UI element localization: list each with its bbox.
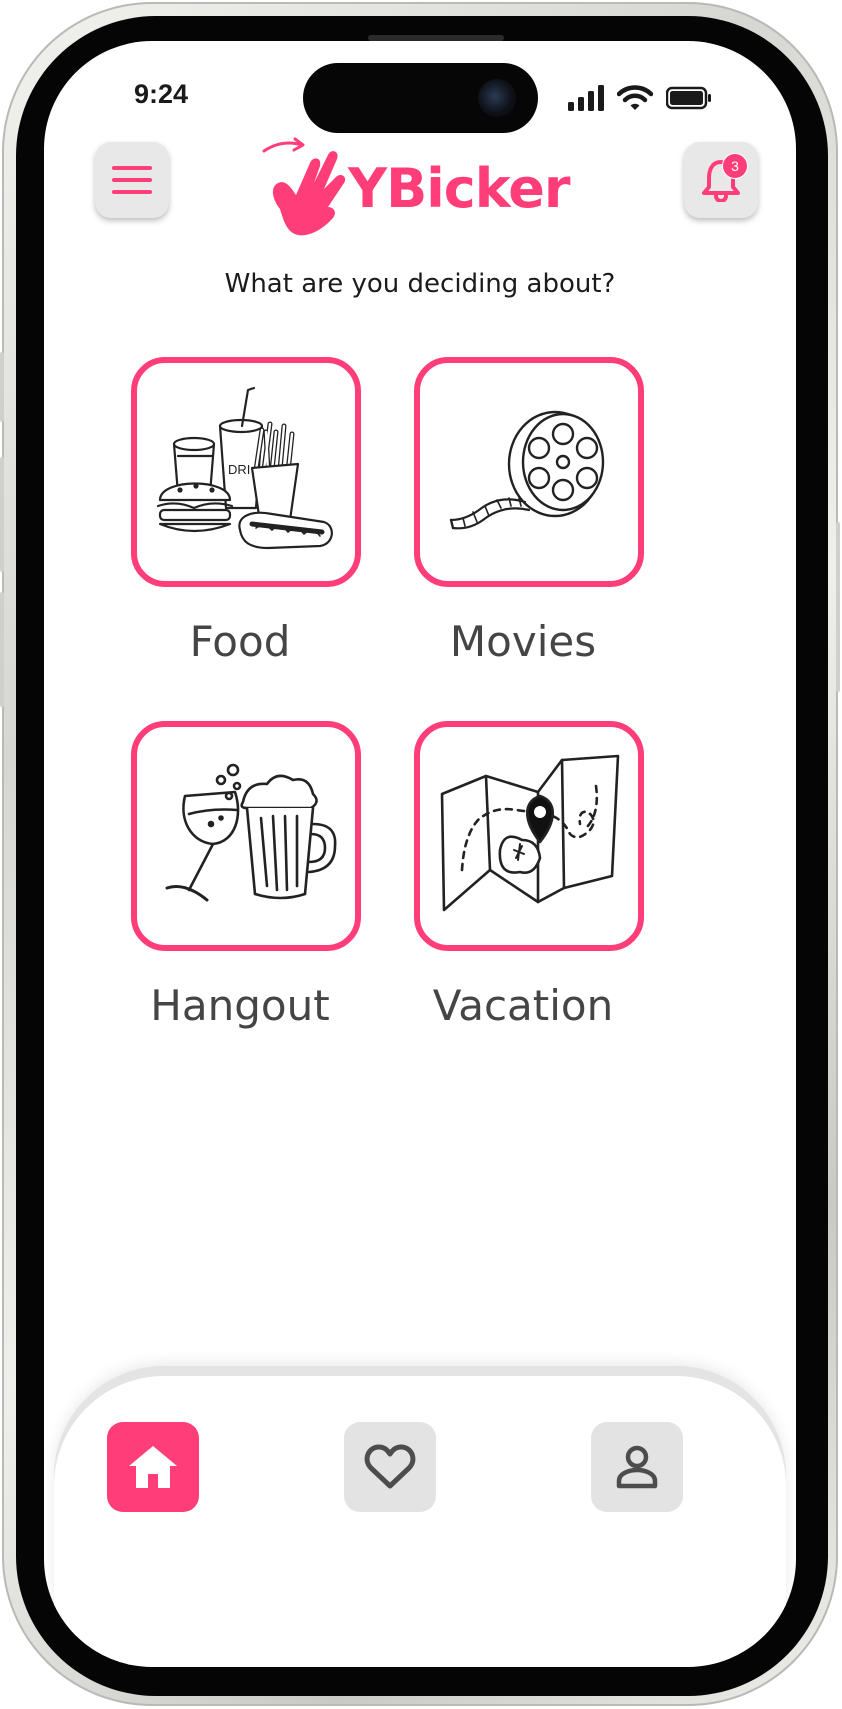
category-movies-tile[interactable] (414, 357, 644, 587)
status-icons (568, 83, 712, 113)
category-hangout-label: Hangout (150, 981, 330, 1030)
menu-button[interactable] (95, 142, 169, 218)
treasure-map-illustration (440, 754, 620, 912)
category-movies-label: Movies (449, 617, 597, 666)
category-food-tile[interactable]: DRI (131, 357, 361, 587)
nav-favorites-button[interactable] (344, 1422, 436, 1512)
phone-side-button (0, 352, 4, 422)
app-name: YBicker (348, 157, 570, 220)
notification-badge: 3 (722, 153, 748, 179)
drinks-toast-illustration (165, 763, 337, 902)
app-logo: YBicker (258, 135, 570, 275)
status-time: 9:24 (134, 79, 189, 109)
page-prompt: What are you deciding about? (224, 269, 616, 299)
wifi-icon (617, 85, 653, 110)
nav-home-button[interactable] (107, 1422, 199, 1512)
film-reel-illustration (449, 410, 605, 530)
category-food-label: Food (189, 617, 291, 666)
user-icon (616, 1445, 658, 1489)
heart-icon (364, 1444, 416, 1489)
cellular-signal-icon (568, 85, 604, 111)
phone-side-button (0, 592, 4, 707)
home-icon (129, 1446, 177, 1488)
svg-text:DRI: DRI (228, 462, 250, 477)
battery-icon (666, 86, 711, 110)
dynamic-island (303, 63, 538, 133)
phone-side-button (0, 457, 4, 572)
nav-profile-button[interactable] (591, 1422, 683, 1512)
phone-power-button (836, 522, 840, 692)
category-vacation-tile[interactable] (414, 721, 644, 951)
fast-food-illustration: DRI (156, 386, 333, 550)
app-screen: 9:24 YBicker 3 What are you deciding abo… (44, 41, 796, 1667)
category-vacation-label: Vacation (432, 981, 614, 1030)
category-hangout-tile[interactable] (131, 721, 361, 951)
notifications-button[interactable]: 3 (684, 142, 758, 218)
front-camera (478, 79, 516, 117)
hamburger-menu-icon (112, 166, 152, 194)
